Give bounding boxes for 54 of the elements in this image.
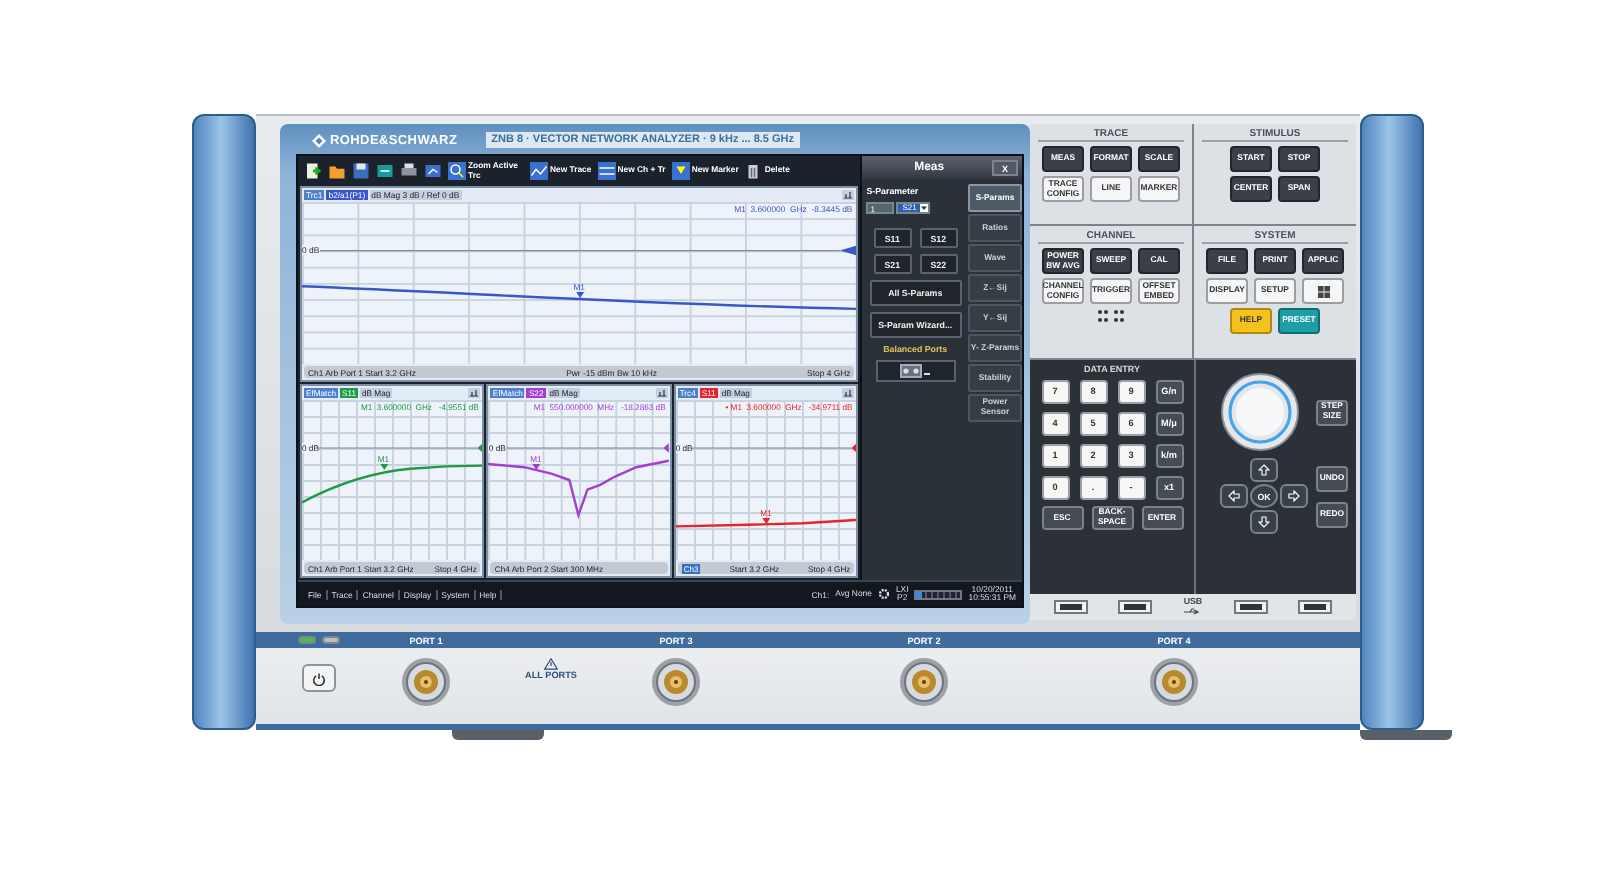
usb-port [1053,600,1088,614]
diamond-logo-icon [312,133,326,147]
usb-port [1298,600,1333,614]
scale-icon[interactable] [842,388,855,398]
usb-port [1233,600,1268,614]
toolbar-button[interactable] [424,162,442,180]
dots-icon [1097,308,1125,324]
printer-icon [400,162,418,180]
arrow-icon [1228,490,1240,502]
marker-icon[interactable] [575,291,584,298]
port-connector [400,656,452,708]
arrow-icon [1258,516,1270,528]
arrow-icon [1288,490,1300,502]
power-button[interactable] [302,664,336,692]
arrow-key-button[interactable] [1220,484,1248,508]
toolbar-button[interactable] [304,162,322,180]
key-button[interactable] [1302,278,1344,304]
scale-icon[interactable] [655,388,668,398]
magnifier-icon [448,162,466,180]
arrow-key-button[interactable] [1250,458,1278,482]
screen-icon [424,162,442,180]
folder-icon [328,162,346,180]
power-icon [312,671,326,685]
device-foot [452,730,544,740]
port-connector [650,656,702,708]
arrow-key-button[interactable] [1280,484,1308,508]
balanced-ports-button[interactable] [875,360,956,382]
marker-icon[interactable] [379,464,388,471]
port-connector [1148,656,1200,708]
activity-bar [914,589,963,599]
document-icon [304,162,322,180]
toolbar-button[interactable] [376,162,394,180]
marker-icon[interactable] [531,464,540,471]
toolbar-button[interactable] [352,162,370,180]
tray-icon [376,162,394,180]
device-foot [1360,730,1452,740]
caret-icon [920,204,929,212]
port-connector [898,656,950,708]
port-pair-icon [899,364,932,378]
scale-icon[interactable] [468,388,481,398]
toolbar-button[interactable] [400,162,418,180]
marker-icon [671,162,690,180]
marker-icon[interactable] [762,517,771,524]
warning-icon [544,658,558,670]
window-grid-icon [1317,285,1329,297]
toolbar-button[interactable] [328,162,346,180]
rotary-knob[interactable] [1220,372,1300,452]
usb-port [1118,600,1153,614]
scale-icon[interactable] [842,190,855,200]
reference-marker-icon [839,245,857,256]
arrow-key-button[interactable] [1250,510,1278,534]
trash-icon [744,162,763,180]
arrow-icon [1258,464,1270,476]
usb-icon [1184,607,1201,616]
